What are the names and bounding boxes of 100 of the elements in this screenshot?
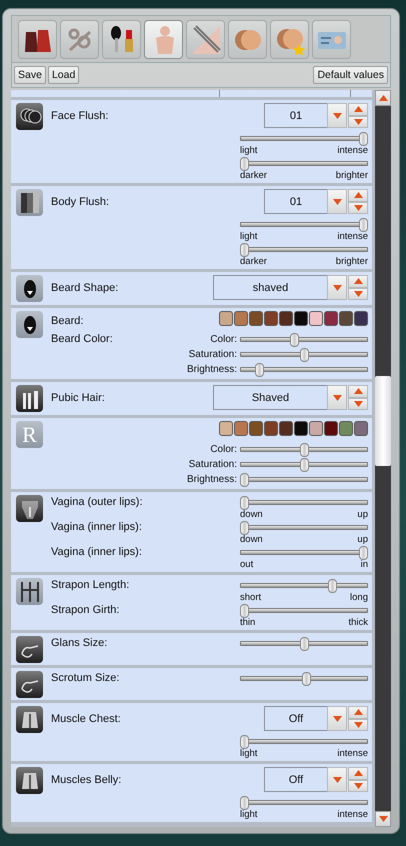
slider[interactable] [240,156,368,171]
dropdown-field[interactable]: 01 [264,189,327,214]
color-swatch[interactable] [264,421,278,436]
scroll-up-button[interactable] [375,90,391,106]
slider-min-label: down [240,535,263,545]
color-swatch[interactable] [324,311,338,326]
dropdown-button[interactable] [327,275,347,300]
spin-up-button[interactable] [348,385,368,398]
slider-max-label: intense [337,146,368,156]
color-swatch[interactable] [324,421,338,436]
color-swatch[interactable] [219,311,233,326]
slider-thumb[interactable] [300,637,308,651]
slider-thumb[interactable] [240,604,249,618]
slider[interactable] [240,603,368,618]
spin-down-button[interactable] [348,398,368,410]
slider-caption: Brightness: [186,474,237,485]
spin-up-button[interactable] [348,275,368,288]
slider-thumb[interactable] [300,348,308,362]
spin-down-button[interactable] [348,116,368,128]
slider-thumb[interactable] [240,157,249,171]
color-swatch[interactable] [219,421,233,436]
slider-thumb[interactable] [302,672,311,686]
dropdown-button[interactable] [327,103,347,128]
slider-thumb[interactable] [240,243,249,257]
slider[interactable] [240,242,368,257]
slider-caption: Color: [210,444,237,455]
slider-thumb[interactable] [240,521,249,535]
scrollbar-thumb[interactable] [375,376,391,466]
toolbar-button[interactable]: Default values [313,66,388,84]
slider[interactable] [240,520,368,535]
color-swatch[interactable] [309,311,323,326]
slider[interactable] [240,578,368,593]
dropdown-field[interactable]: 01 [264,103,327,128]
slider[interactable] [240,795,368,810]
color-swatch[interactable] [249,421,263,436]
slider[interactable] [240,671,368,686]
dropdown-button[interactable] [327,767,347,792]
slider[interactable] [240,472,368,487]
spin-down-button[interactable] [348,288,368,300]
color-swatch[interactable] [294,311,308,326]
color-swatch[interactable] [354,421,368,436]
slider-thumb[interactable] [240,735,249,749]
slider[interactable] [240,362,368,377]
color-swatch[interactable] [234,311,248,326]
dropdown-field[interactable]: Off [264,706,327,731]
slider-thumb[interactable] [240,473,249,487]
slider-thumb[interactable] [328,579,338,593]
spin-up-button[interactable] [348,189,368,202]
slider-thumb[interactable] [240,496,249,510]
color-swatch[interactable] [339,421,353,436]
spin-down-button[interactable] [348,718,368,731]
slider[interactable] [240,217,368,232]
slider[interactable] [240,495,368,510]
slider[interactable] [240,457,368,472]
down-arrow-icon [354,290,362,297]
slider-thumb[interactable] [240,796,249,810]
slider-thumb[interactable] [300,458,308,472]
color-swatch[interactable] [339,311,353,326]
category-tab[interactable] [102,20,141,59]
caret-icon [332,716,342,722]
scroll-down-button[interactable] [375,811,391,827]
setting-label: Strapon Length: [51,578,130,591]
color-swatch[interactable] [249,311,263,326]
spin-up-button[interactable] [348,706,368,718]
spin-down-button[interactable] [348,202,368,214]
slider-thumb[interactable] [359,132,368,146]
dropdown-button[interactable] [327,385,347,410]
color-swatch[interactable] [354,311,368,326]
spin-up-button[interactable] [348,103,368,116]
color-swatch[interactable] [264,311,278,326]
dropdown-field[interactable]: shaved [213,275,327,300]
toolbar-button[interactable]: Load [48,66,80,84]
dropdown-field[interactable]: Shaved [213,385,327,410]
slider-thumb[interactable] [300,443,308,457]
slider[interactable] [240,636,368,651]
slider-min-label: thin [240,618,256,628]
spin-up-button[interactable] [348,767,368,780]
slider[interactable] [240,131,368,146]
dropdown-field[interactable]: Off [264,767,327,792]
slider-thumb[interactable] [255,363,264,377]
slider[interactable] [240,332,368,347]
slider[interactable] [240,734,368,749]
category-tab[interactable] [18,20,57,59]
slider[interactable] [240,545,368,560]
slider[interactable] [240,347,368,362]
spin-down-button[interactable] [348,780,368,792]
up-arrow-icon [354,709,362,716]
toolbar-button[interactable]: Save [14,66,46,84]
slider[interactable] [240,442,368,457]
dropdown-button[interactable] [327,706,347,731]
slider-thumb[interactable] [359,546,368,560]
color-swatch[interactable] [294,421,308,436]
dropdown-button[interactable] [327,189,347,214]
color-swatch[interactable] [279,311,293,326]
color-swatch[interactable] [309,421,323,436]
slider-thumb[interactable] [359,218,368,232]
slider-min-label: darker [240,257,267,267]
slider-thumb[interactable] [290,333,299,347]
color-swatch[interactable] [234,421,248,436]
color-swatch[interactable] [279,421,293,436]
